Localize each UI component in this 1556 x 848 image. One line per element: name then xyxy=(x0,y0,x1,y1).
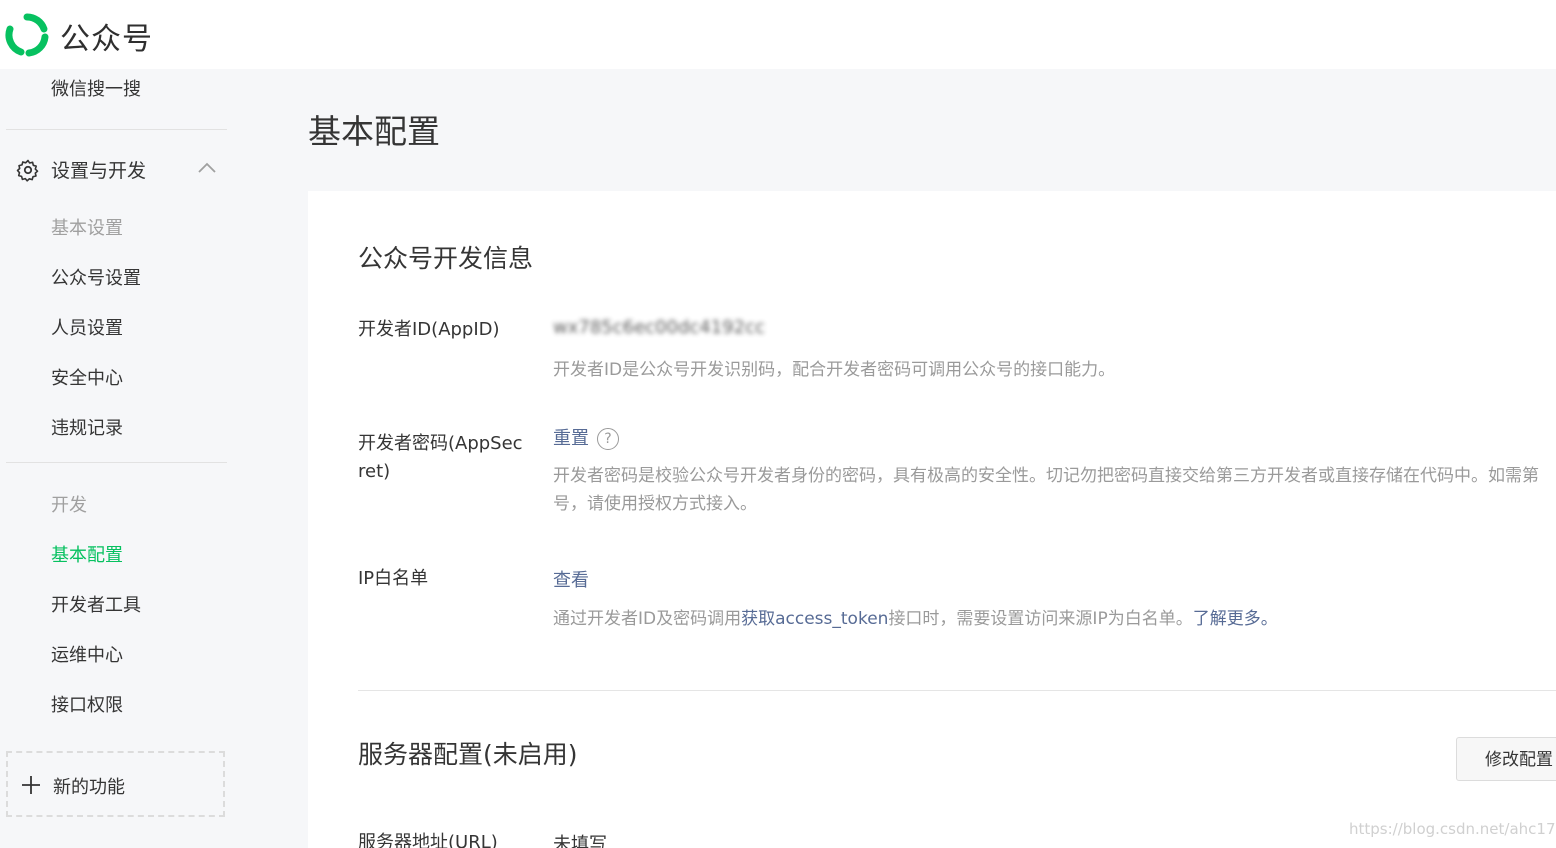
appid-description: 开发者ID是公众号开发识别码，配合开发者密码可调用公众号的接口能力。 xyxy=(553,360,1116,380)
server-url-value: 未填写 xyxy=(553,834,607,848)
appsecret-desc-line1: 开发者密码是校验公众号开发者身份的密码，具有极高的安全性。切记勿把密码直接交给第… xyxy=(553,466,1539,486)
gear-icon xyxy=(16,159,39,182)
ip-desc-suffix: 接口时，需要设置访问来源IP为白名单。 xyxy=(888,609,1193,629)
sidebar-item-wechat-search[interactable]: 微信搜一搜 xyxy=(51,75,141,101)
appsecret-actions: 重置? xyxy=(553,424,619,450)
sidebar-section-label: 设置与开发 xyxy=(51,160,147,182)
access-token-link[interactable]: 获取access_token xyxy=(741,609,888,629)
reset-secret-link[interactable]: 重置 xyxy=(553,428,589,449)
sidebar-divider xyxy=(6,462,227,463)
sidebar-item-account-settings[interactable]: 公众号设置 xyxy=(51,264,141,290)
wechat-mp-logo-icon[interactable] xyxy=(5,13,49,57)
ip-whitelist-description: 通过开发者ID及密码调用获取access_token接口时，需要设置访问来源IP… xyxy=(553,605,1278,633)
server-config-title: 服务器配置(未启用) xyxy=(358,740,578,769)
learn-more-link[interactable]: 了解更多。 xyxy=(1193,609,1278,629)
new-function-button[interactable]: 新的功能 xyxy=(6,751,225,817)
top-header: 公众号 xyxy=(0,0,1556,69)
server-url-label: 服务器地址(URL) xyxy=(358,832,498,848)
question-circle-icon[interactable]: ? xyxy=(597,428,619,450)
ip-whitelist-label: IP白名单 xyxy=(358,568,429,589)
sidebar-group-development: 开发 xyxy=(51,495,87,516)
sidebar-item-violation-records[interactable]: 违规记录 xyxy=(51,414,123,440)
sidebar: 微信搜一搜 设置与开发 基本设置 公众号设置 人员设置 安全中心 违规记录 开发… xyxy=(0,69,230,848)
plus-icon xyxy=(22,776,40,794)
appid-value[interactable]: wx785c6ec00dc4192cc xyxy=(553,317,765,338)
appsecret-label: 开发者密码(AppSec ret) xyxy=(358,430,528,486)
sidebar-item-api-permissions[interactable]: 接口权限 xyxy=(51,691,123,717)
sidebar-item-ops-center[interactable]: 运维中心 xyxy=(51,641,123,667)
sidebar-item-developer-tools[interactable]: 开发者工具 xyxy=(51,591,141,617)
appsecret-label-line1: 开发者密码(AppSec xyxy=(358,433,523,454)
appsecret-desc-line2: 号，请使用授权方式接入。 xyxy=(553,494,757,514)
watermark: https://blog.csdn.net/ahc176 xyxy=(1349,820,1556,838)
appsecret-label-line2: ret) xyxy=(358,461,391,482)
new-function-label: 新的功能 xyxy=(53,777,125,798)
sidebar-item-security-center[interactable]: 安全中心 xyxy=(51,364,123,390)
view-ip-whitelist-link[interactable]: 查看 xyxy=(553,566,589,592)
page-title: 基本配置 xyxy=(308,112,440,151)
sidebar-divider xyxy=(6,129,227,130)
config-card: 公众号开发信息 开发者ID(AppID) wx785c6ec00dc4192cc… xyxy=(308,191,1556,848)
sidebar-item-personnel-settings[interactable]: 人员设置 xyxy=(51,314,123,340)
appid-label: 开发者ID(AppID) xyxy=(358,319,500,340)
sidebar-group-basic-settings: 基本设置 xyxy=(51,218,123,239)
chevron-up-icon[interactable] xyxy=(196,158,218,178)
brand-title[interactable]: 公众号 xyxy=(60,14,153,58)
modify-config-button[interactable]: 修改配置 xyxy=(1456,737,1556,781)
ip-desc-prefix: 通过开发者ID及密码调用 xyxy=(553,609,742,629)
section-divider xyxy=(358,690,1556,691)
sidebar-section-settings-dev[interactable]: 设置与开发 xyxy=(16,156,226,184)
sidebar-item-basic-config[interactable]: 基本配置 xyxy=(51,541,123,567)
dev-info-title: 公众号开发信息 xyxy=(358,244,534,273)
appsecret-description: 开发者密码是校验公众号开发者身份的密码，具有极高的安全性。切记勿把密码直接交给第… xyxy=(553,462,1539,518)
appid-value-text: wx785c6ec00dc4192cc xyxy=(553,317,765,338)
